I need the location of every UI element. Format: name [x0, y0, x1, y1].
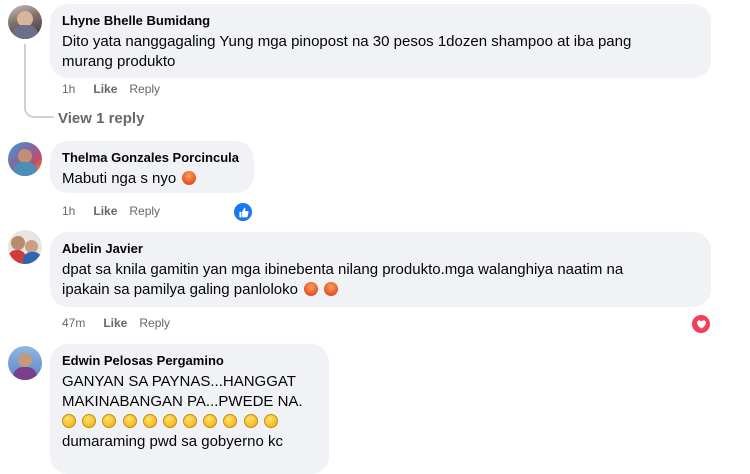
comment-text: Mabuti nga s nyo — [62, 170, 177, 187]
rofl-emoji-icon — [102, 414, 117, 428]
like-reaction-icon[interactable] — [232, 201, 254, 223]
reply-button[interactable]: Reply — [129, 204, 160, 218]
comment-author[interactable]: Thelma Gonzales Porcincula — [62, 149, 242, 166]
like-button[interactable]: Like — [93, 204, 117, 218]
comment-actions: 1h Like Reply — [62, 204, 160, 218]
rofl-emoji-icon — [263, 414, 278, 428]
rofl-emoji-icon — [142, 414, 157, 428]
comment-text: ipakain sa pamilya galing panloloko — [62, 281, 298, 298]
comment-actions: 1h Like Reply — [62, 82, 160, 96]
avatar[interactable] — [8, 346, 42, 380]
rofl-emoji-icon — [82, 414, 97, 428]
avatar[interactable] — [8, 142, 42, 176]
avatar[interactable] — [8, 230, 42, 264]
comment-time[interactable]: 1h — [62, 204, 75, 218]
rofl-emoji-icon — [62, 414, 76, 428]
comment-text: GANYAN SA PAYNAS...HANGGAT — [62, 373, 296, 390]
angry-emoji-icon — [304, 282, 319, 296]
comment-text: Dito yata nanggagaling Yung mga pinopost… — [62, 33, 632, 50]
rofl-emoji-icon — [203, 414, 218, 428]
comment-author[interactable]: Edwin Pelosas Pergamino — [62, 352, 317, 369]
comment-bubble: Thelma Gonzales Porcincula Mabuti nga s … — [50, 141, 254, 193]
like-button[interactable]: Like — [103, 316, 127, 330]
comment-time[interactable]: 47m — [62, 316, 85, 330]
comment-bubble: Lhyne Bhelle Bumidang Dito yata nanggaga… — [50, 4, 711, 78]
rofl-emoji-icon — [122, 414, 137, 428]
comment-time[interactable]: 1h — [62, 82, 75, 96]
rofl-emoji-icon — [223, 414, 238, 428]
like-button[interactable]: Like — [93, 82, 117, 96]
comment-text: murang produkto — [62, 53, 176, 70]
comment-actions: 47m Like Reply — [62, 316, 170, 330]
comment-text: MAKINABANGAN PA...PWEDE NA. — [62, 393, 303, 410]
heart-icon — [696, 319, 706, 329]
rofl-emoji-icon — [243, 414, 258, 428]
reply-button[interactable]: Reply — [139, 316, 170, 330]
comment-author[interactable]: Lhyne Bhelle Bumidang — [62, 12, 699, 29]
comment-text: dumaraming pwd sa gobyerno kc — [62, 433, 283, 450]
thumbs-up-icon — [238, 207, 249, 217]
love-reaction-icon[interactable] — [690, 313, 712, 335]
avatar[interactable] — [8, 5, 42, 39]
comment-bubble: Abelin Javier dpat sa knila gamitin yan … — [50, 232, 711, 307]
rofl-emoji-icon — [183, 414, 198, 428]
rofl-emoji-row — [62, 412, 317, 432]
comment-bubble: Edwin Pelosas Pergamino GANYAN SA PAYNAS… — [50, 344, 329, 474]
comment-text: dpat sa knila gamitin yan mga ibinebenta… — [62, 261, 624, 278]
angry-emoji-icon — [324, 282, 339, 296]
view-replies-link[interactable]: View 1 reply — [58, 110, 144, 127]
rofl-emoji-icon — [162, 414, 177, 428]
reply-button[interactable]: Reply — [129, 82, 160, 96]
angry-emoji-icon — [182, 171, 197, 185]
comment-author[interactable]: Abelin Javier — [62, 240, 699, 257]
